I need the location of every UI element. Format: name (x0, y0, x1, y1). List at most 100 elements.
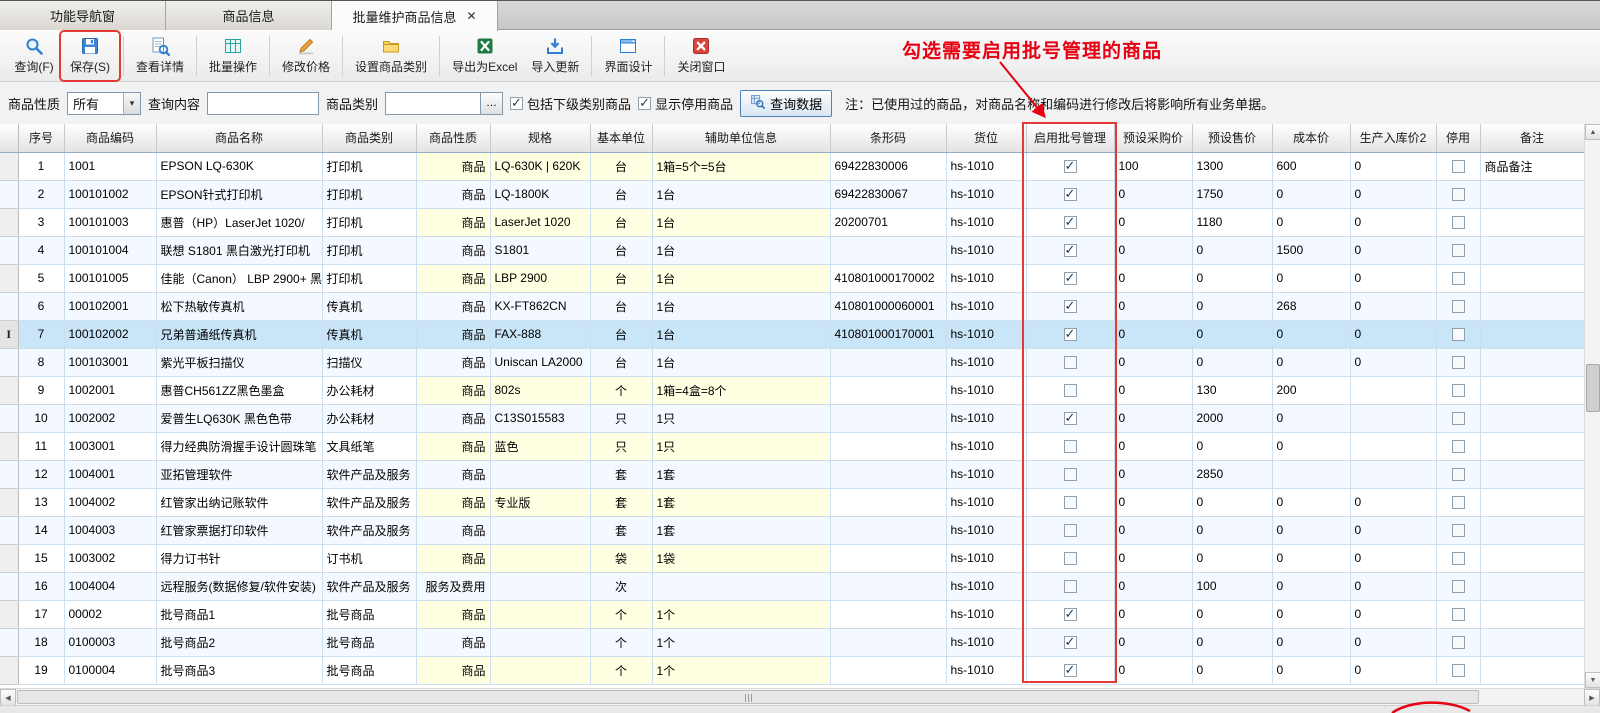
cell-purchase[interactable]: 0 (1114, 600, 1192, 628)
cell-batch[interactable] (1026, 628, 1114, 656)
cell-remark[interactable] (1480, 600, 1584, 628)
cell-location[interactable]: hs-1010 (946, 656, 1026, 684)
include-sub-check[interactable]: 包括下级类别商品 (510, 94, 631, 113)
cell-aux[interactable]: 1台 (652, 236, 830, 264)
cell-unit[interactable]: 台 (590, 348, 652, 376)
cell-category[interactable]: 软件产品及服务 (322, 572, 416, 600)
cell-spec[interactable] (490, 516, 590, 544)
row-indicator[interactable] (0, 208, 18, 236)
col-header-unit[interactable]: 基本单位 (590, 124, 652, 152)
cell-no[interactable]: 10 (18, 404, 64, 432)
cell-location[interactable]: hs-1010 (946, 516, 1026, 544)
cell-remark[interactable] (1480, 320, 1584, 348)
cell-barcode[interactable]: 410801000170002 (830, 264, 946, 292)
cell-nature[interactable]: 商品 (416, 236, 490, 264)
cell-sale[interactable]: 130 (1192, 376, 1272, 404)
cell-name[interactable]: 惠普CH561ZZ黑色墨盒 (156, 376, 322, 404)
cell-purchase[interactable]: 0 (1114, 488, 1192, 516)
cell-remark[interactable] (1480, 544, 1584, 572)
cell-sale[interactable]: 0 (1192, 432, 1272, 460)
tab-function-nav[interactable]: 功能导航窗 (0, 1, 166, 30)
cell-category[interactable]: 扫描仪 (322, 348, 416, 376)
cell-aux[interactable]: 1个 (652, 628, 830, 656)
cell-code[interactable]: 100101003 (64, 208, 156, 236)
tab-product-info[interactable]: 商品信息 (166, 1, 332, 30)
cell-location[interactable]: hs-1010 (946, 404, 1026, 432)
cell-category[interactable]: 软件产品及服务 (322, 488, 416, 516)
cell-prod2[interactable]: 0 (1350, 292, 1436, 320)
cell-batch[interactable] (1026, 404, 1114, 432)
cell-sale[interactable]: 0 (1192, 320, 1272, 348)
col-header-code[interactable]: 商品编码 (64, 124, 156, 152)
cell-remark[interactable] (1480, 432, 1584, 460)
cell-location[interactable]: hs-1010 (946, 572, 1026, 600)
cell-disabled[interactable] (1436, 516, 1480, 544)
cell-category[interactable]: 批号商品 (322, 600, 416, 628)
cell-prod2[interactable]: 0 (1350, 572, 1436, 600)
cell-unit[interactable]: 个 (590, 656, 652, 684)
cell-no[interactable]: 1 (18, 152, 64, 180)
cell-code[interactable]: 1001 (64, 152, 156, 180)
show-disabled-check[interactable]: 显示停用商品 (638, 94, 733, 113)
cell-nature[interactable]: 商品 (416, 264, 490, 292)
cell-batch[interactable] (1026, 516, 1114, 544)
cell-code[interactable]: 100102001 (64, 292, 156, 320)
cell-code[interactable]: 00002 (64, 600, 156, 628)
cell-remark[interactable]: 商品备注 (1480, 152, 1584, 180)
cell-category[interactable]: 软件产品及服务 (322, 516, 416, 544)
cell-remark[interactable] (1480, 404, 1584, 432)
cell-spec[interactable] (490, 572, 590, 600)
cell-no[interactable]: 18 (18, 628, 64, 656)
cell-no[interactable]: 3 (18, 208, 64, 236)
batch-checkbox[interactable] (1064, 468, 1077, 481)
cell-barcode[interactable] (830, 348, 946, 376)
cell-name[interactable]: 松下热敏传真机 (156, 292, 322, 320)
cell-batch[interactable] (1026, 432, 1114, 460)
cell-no[interactable]: 17 (18, 600, 64, 628)
cell-disabled[interactable] (1436, 264, 1480, 292)
row-indicator[interactable]: I (0, 320, 18, 348)
cell-location[interactable]: hs-1010 (946, 460, 1026, 488)
cell-aux[interactable]: 1台 (652, 208, 830, 236)
cell-name[interactable]: 得力订书针 (156, 544, 322, 572)
cell-code[interactable]: 1003001 (64, 432, 156, 460)
cell-barcode[interactable]: 69422830067 (830, 180, 946, 208)
cell-code[interactable]: 1003002 (64, 544, 156, 572)
cell-sale[interactable]: 0 (1192, 348, 1272, 376)
query-data-button[interactable]: 查询数据 (740, 90, 832, 117)
cell-code[interactable]: 1004004 (64, 572, 156, 600)
cell-category[interactable]: 传真机 (322, 320, 416, 348)
nature-select[interactable]: 所有 ▾ (67, 92, 141, 115)
batch-checkbox[interactable] (1064, 160, 1077, 173)
cell-spec[interactable]: LQ-1800K (490, 180, 590, 208)
cell-category[interactable]: 办公耗材 (322, 376, 416, 404)
cell-disabled[interactable] (1436, 376, 1480, 404)
cell-batch[interactable] (1026, 348, 1114, 376)
cell-no[interactable]: 2 (18, 180, 64, 208)
table-row-19[interactable]: 190100004批号商品3批号商品商品个1个hs-10100000 (0, 656, 1584, 684)
cell-purchase[interactable]: 0 (1114, 208, 1192, 236)
cell-nature[interactable]: 商品 (416, 600, 490, 628)
cell-no[interactable]: 11 (18, 432, 64, 460)
cell-nature[interactable]: 商品 (416, 460, 490, 488)
row-indicator[interactable] (0, 180, 18, 208)
cell-unit[interactable]: 个 (590, 600, 652, 628)
cell-location[interactable]: hs-1010 (946, 376, 1026, 404)
cell-sale[interactable]: 1300 (1192, 152, 1272, 180)
cell-cost[interactable]: 0 (1272, 432, 1350, 460)
table-row-1[interactable]: 11001EPSON LQ-630K打印机商品LQ-630K | 620K台1箱… (0, 152, 1584, 180)
cell-unit[interactable]: 台 (590, 264, 652, 292)
disabled-checkbox[interactable] (1452, 664, 1465, 677)
cell-name[interactable]: 兄弟普通纸传真机 (156, 320, 322, 348)
cell-code[interactable]: 100102002 (64, 320, 156, 348)
cell-purchase[interactable]: 0 (1114, 656, 1192, 684)
cell-prod2[interactable] (1350, 432, 1436, 460)
disabled-checkbox[interactable] (1452, 216, 1465, 229)
disabled-checkbox[interactable] (1452, 552, 1465, 565)
cell-aux[interactable]: 1个 (652, 600, 830, 628)
cell-location[interactable]: hs-1010 (946, 348, 1026, 376)
cell-spec[interactable]: LQ-630K | 620K (490, 152, 590, 180)
cell-prod2[interactable]: 0 (1350, 656, 1436, 684)
batch-checkbox[interactable] (1064, 328, 1077, 341)
cell-cost[interactable] (1272, 460, 1350, 488)
